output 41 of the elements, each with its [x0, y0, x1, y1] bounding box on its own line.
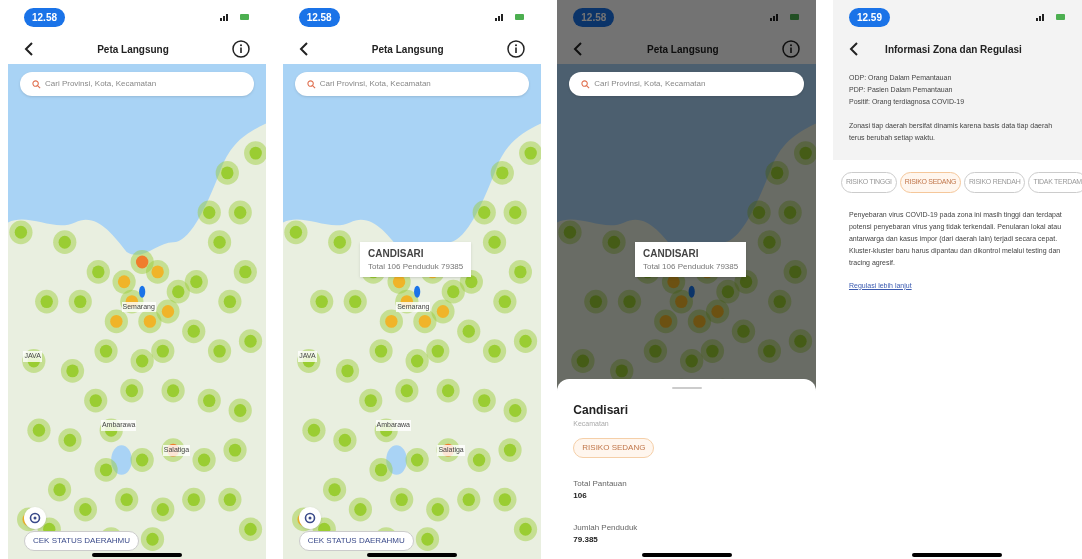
check-status-button[interactable]: CEK STATUS DAERAHMU [24, 531, 140, 551]
status-time: 12.58 [24, 7, 66, 27]
status-time: 12.58 [298, 7, 340, 27]
search-icon [581, 79, 591, 89]
locate-icon [303, 512, 316, 524]
tooltip-title: CANDISARI [368, 247, 425, 262]
back-icon[interactable] [298, 42, 309, 56]
tooltip-detail: Total 106 Penduduk 79385 [643, 261, 739, 274]
screen-title: Peta Langsung [371, 42, 444, 57]
tooltip-detail: Total 106 Penduduk 79385 [368, 261, 464, 274]
risk-badge: RISIKO SEDANG [573, 437, 655, 458]
locate-icon [29, 512, 41, 524]
status-icons-icon [220, 13, 250, 21]
sheet-handle[interactable] [671, 387, 702, 389]
back-icon[interactable] [848, 42, 859, 56]
stat-label: Jumlah Penduduk [573, 521, 639, 534]
back-icon[interactable] [24, 42, 34, 56]
tooltip-title: CANDISARI [643, 247, 700, 262]
stat-value: 79.385 [573, 533, 599, 546]
search-field[interactable]: Cari Provinsi, Kota, Kecamatan [569, 72, 805, 96]
screen-title: Peta Langsung [646, 42, 719, 57]
status-time: 12.58 [573, 7, 615, 27]
screen-title: Informasi Zona dan Regulasi [885, 42, 1022, 57]
area-name: Candisari [573, 402, 629, 419]
status-icons-icon [494, 13, 525, 21]
search-icon [306, 79, 316, 89]
status-time: 12.59 [848, 7, 890, 27]
search-icon [32, 79, 41, 89]
screen-title: Peta Langsung [97, 42, 169, 57]
check-status-button[interactable]: CEK STATUS DAERAHMU [298, 531, 414, 551]
stat-value: 106 [573, 489, 588, 502]
search-field[interactable]: Cari Provinsi, Kota, Kecamatan [294, 72, 529, 96]
info-icon[interactable] [506, 40, 525, 58]
info-icon[interactable] [232, 40, 250, 58]
search-field[interactable]: Cari Provinsi, Kota, Kecamatan [20, 72, 254, 96]
status-icons-icon [770, 13, 801, 21]
status-icons-icon [1035, 13, 1066, 21]
search-input[interactable]: Cari Provinsi, Kota, Kecamatan [319, 78, 517, 90]
search-input[interactable]: Cari Provinsi, Kota, Kecamatan [594, 78, 793, 90]
stat-label: Total Pantauan [573, 477, 628, 490]
search-input[interactable]: Cari Provinsi, Kota, Kecamatan [45, 78, 242, 90]
